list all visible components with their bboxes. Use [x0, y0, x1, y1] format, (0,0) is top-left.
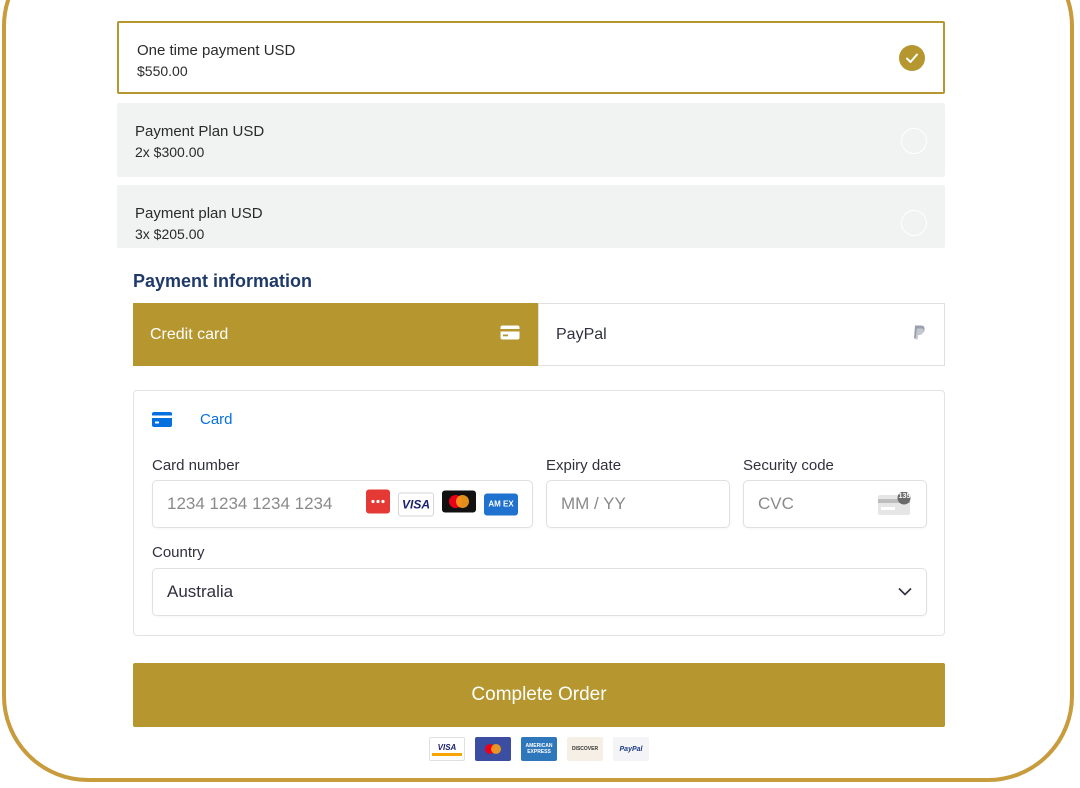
- card-number-input[interactable]: 1234 1234 1234 1234 VISA AM EX: [152, 480, 533, 528]
- plan-price: 2x $300.00: [135, 144, 205, 160]
- country-value: Australia: [167, 582, 234, 601]
- security-code-input[interactable]: CVC 135: [743, 480, 927, 528]
- payment-method-tabs: Credit card PayPal: [133, 303, 945, 366]
- card-brand-logos: VISA AM EX: [366, 489, 518, 519]
- tab-paypal[interactable]: PayPal: [538, 303, 945, 366]
- visa-logo: VISA: [398, 492, 434, 516]
- plan-name: Payment plan USD: [135, 205, 263, 222]
- payment-information-title: Payment information: [133, 271, 313, 291]
- card-section-label: Card: [200, 411, 233, 428]
- plan-name: One time payment USD: [137, 42, 296, 59]
- cvc-card-icon: 135: [878, 492, 912, 516]
- plan-price: 3x $205.00: [135, 226, 205, 242]
- tab-label: Credit card: [150, 325, 229, 343]
- card-section-header: Card: [152, 411, 233, 428]
- country-select[interactable]: Australia: [152, 568, 927, 616]
- paypal-icon: [912, 324, 926, 345]
- plan-option-2x[interactable]: Payment Plan USD 2x $300.00: [117, 103, 945, 177]
- radio-checked-icon[interactable]: [899, 45, 925, 71]
- tab-credit-card[interactable]: Credit card: [133, 303, 538, 366]
- amex-logo: AM EX: [484, 493, 518, 515]
- amex-logo: AMERICAN EXPRESS: [521, 737, 557, 761]
- discover-logo: DISCOVER: [567, 737, 603, 761]
- visa-logo: VISA: [429, 737, 465, 761]
- card-icon: [152, 412, 172, 427]
- plan-name: Payment Plan USD: [135, 123, 265, 140]
- credit-card-icon: [500, 325, 520, 345]
- mastercard-logo: [442, 490, 476, 518]
- expiry-label: Expiry date: [546, 457, 622, 474]
- plan-option-3x[interactable]: Payment plan USD 3x $205.00: [117, 185, 945, 248]
- generic-card-icon: [366, 489, 390, 519]
- cvc-badge-text: 135: [898, 493, 911, 500]
- paypal-logo: PayPal: [613, 737, 649, 761]
- expiry-input[interactable]: MM / YY: [546, 480, 730, 528]
- security-code-label: Security code: [743, 457, 834, 474]
- security-code-placeholder: CVC: [758, 494, 794, 513]
- chevron-down-icon: [898, 583, 912, 601]
- card-number-placeholder: 1234 1234 1234 1234: [167, 494, 333, 513]
- country-label: Country: [152, 544, 205, 561]
- tab-label: PayPal: [556, 325, 607, 343]
- card-number-label: Card number: [152, 457, 240, 474]
- expiry-placeholder: MM / YY: [561, 494, 626, 513]
- radio-unchecked-icon[interactable]: [901, 128, 927, 154]
- plan-price: $550.00: [137, 63, 188, 79]
- mastercard-logo: [475, 737, 511, 761]
- complete-order-button[interactable]: Complete Order: [133, 663, 945, 727]
- radio-unchecked-icon[interactable]: [901, 210, 927, 236]
- plan-option-one-time[interactable]: One time payment USD $550.00: [117, 21, 945, 94]
- footer-payment-logos: VISA AMERICAN EXPRESS DISCOVER PayPal: [429, 737, 649, 761]
- card-form: Card Card number 1234 1234 1234 1234 VIS…: [133, 390, 945, 636]
